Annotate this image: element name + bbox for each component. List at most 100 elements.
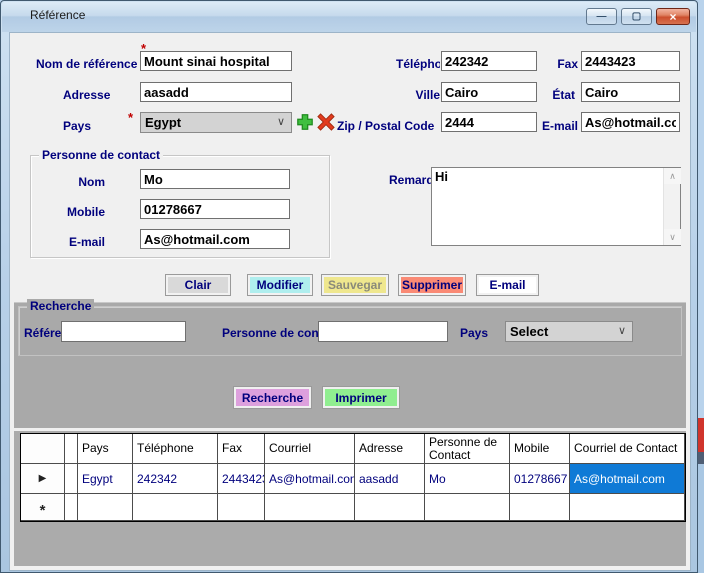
- email-input[interactable]: [581, 112, 680, 132]
- desktop-background: [698, 0, 704, 573]
- clair-button[interactable]: Clair: [165, 274, 231, 296]
- label-search-pays: Pays: [460, 326, 500, 340]
- window-title: Référence: [30, 8, 85, 22]
- grid-cell-pays[interactable]: Egypt: [78, 464, 133, 494]
- scroll-down-icon: ∨: [669, 232, 676, 243]
- fax-input[interactable]: [581, 51, 680, 71]
- grid-cell[interactable]: [570, 494, 685, 521]
- background-window-fragment: [698, 418, 704, 452]
- grid-header-fax[interactable]: Fax: [218, 434, 265, 464]
- label-adresse: Adresse: [63, 88, 139, 102]
- minimize-button[interactable]: —: [586, 8, 617, 25]
- grid-cell-courriel-contact-selected[interactable]: As@hotmail.com: [570, 464, 685, 494]
- maximize-button[interactable]: ▢: [621, 8, 652, 25]
- grid-row-header[interactable]: ▶: [21, 464, 65, 494]
- remarque-scrollbar[interactable]: ∧ ∨: [663, 168, 680, 245]
- grid-header-cell[interactable]: [65, 434, 78, 464]
- grid-header-courriel-de-contact[interactable]: Courriel de Contact: [570, 434, 685, 464]
- adresse-input[interactable]: [140, 82, 292, 102]
- label-contact-nom: Nom: [55, 175, 105, 189]
- contact-nom-input[interactable]: [140, 169, 290, 189]
- label-pays: Pays: [63, 119, 123, 133]
- maximize-icon: ▢: [632, 11, 641, 22]
- add-country-button[interactable]: [295, 112, 315, 132]
- grid-new-row: *: [21, 494, 685, 521]
- label-search-reference: Référence: [24, 326, 61, 340]
- grid-cell-personne[interactable]: Mo: [425, 464, 510, 494]
- etat-input[interactable]: [581, 82, 680, 102]
- contact-groupbox-title: Personne de contact: [39, 148, 163, 162]
- grid-data-row: ▶ Egypt 242342 2443423 As@hotmail.com aa…: [21, 464, 685, 494]
- label-contact-mobile: Mobile: [55, 205, 105, 219]
- current-row-icon: ▶: [39, 473, 47, 484]
- grid-header-telephone[interactable]: Téléphone: [133, 434, 218, 464]
- background-window-fragment: [698, 452, 704, 464]
- modifier-button[interactable]: Modifier: [247, 274, 313, 296]
- search-contact-input[interactable]: [318, 321, 448, 342]
- grid-cell[interactable]: [355, 494, 425, 521]
- label-contact-email: E-mail: [55, 235, 105, 249]
- label-email: E-mail: [510, 119, 578, 133]
- pays-combobox[interactable]: Egypt ∨: [140, 112, 292, 133]
- grid-cell[interactable]: [265, 494, 355, 521]
- grid-corner-cell[interactable]: [21, 434, 65, 464]
- required-marker-pays: *: [128, 110, 133, 125]
- label-search-contact: Personne de contact: [222, 326, 318, 340]
- remarque-textarea[interactable]: Hi: [432, 168, 663, 245]
- supprimer-button[interactable]: Supprimer: [398, 274, 466, 296]
- label-remarque: Remarque: [389, 173, 431, 187]
- close-icon: ×: [669, 10, 676, 24]
- contact-email-input[interactable]: [140, 229, 290, 249]
- plus-icon: [296, 113, 314, 131]
- delete-country-button[interactable]: [316, 112, 336, 132]
- label-telephone: Téléphone: [396, 57, 440, 71]
- recherche-button[interactable]: Recherche: [233, 386, 312, 409]
- grid-cell-courriel[interactable]: As@hotmail.com: [265, 464, 355, 494]
- label-fax: Fax: [520, 57, 578, 71]
- imprimer-button[interactable]: Imprimer: [322, 386, 400, 409]
- new-row-icon: *: [40, 496, 46, 519]
- grid-cell-mobile[interactable]: 01278667: [510, 464, 570, 494]
- search-groupbox-title: Recherche: [27, 299, 94, 313]
- grid-header-row: Pays Téléphone Fax Courriel Adresse Pers…: [21, 434, 685, 464]
- label-nom-reference: Nom de référence: [36, 57, 139, 71]
- pays-combobox-value: Egypt: [145, 115, 181, 130]
- scroll-up-button[interactable]: ∧: [664, 168, 681, 184]
- search-reference-input[interactable]: [61, 321, 186, 342]
- grid-header-pays[interactable]: Pays: [78, 434, 133, 464]
- sauvegar-button[interactable]: Sauvegar: [321, 274, 389, 296]
- grid-cell[interactable]: [425, 494, 510, 521]
- grid-cell[interactable]: [65, 494, 78, 521]
- grid-header-personne-de-contact[interactable]: Personne de Contact: [425, 434, 510, 464]
- close-button[interactable]: ×: [656, 8, 690, 25]
- screen: Référence — ▢ × * Nom de référence Télép…: [0, 0, 704, 573]
- nom-reference-input[interactable]: [140, 51, 292, 71]
- remarque-field: Hi ∧ ∨: [431, 167, 681, 246]
- grid-cell-telephone[interactable]: 242342: [133, 464, 218, 494]
- scroll-down-button[interactable]: ∨: [664, 229, 681, 245]
- grid-cell[interactable]: [510, 494, 570, 521]
- search-pays-combobox-value: Select: [510, 324, 548, 339]
- grid-cell[interactable]: [218, 494, 265, 521]
- search-pays-combobox[interactable]: Select ∨: [505, 321, 633, 342]
- minimize-icon: —: [597, 11, 607, 22]
- results-datagrid: Pays Téléphone Fax Courriel Adresse Pers…: [20, 433, 686, 522]
- label-ville: Ville: [396, 88, 440, 102]
- contact-mobile-input[interactable]: [140, 199, 290, 219]
- grid-cell[interactable]: [65, 464, 78, 494]
- grid-cell-adresse[interactable]: aasadd: [355, 464, 425, 494]
- label-etat: État: [520, 88, 575, 102]
- grid-cell[interactable]: [78, 494, 133, 521]
- grid-row-header[interactable]: *: [21, 494, 65, 521]
- chevron-down-icon: ∨: [618, 324, 626, 337]
- grid-cell-fax[interactable]: 2443423: [218, 464, 265, 494]
- grid-cell[interactable]: [133, 494, 218, 521]
- grid-header-adresse[interactable]: Adresse: [355, 434, 425, 464]
- chevron-down-icon: ∨: [277, 115, 285, 128]
- grid-header-courriel[interactable]: Courriel: [265, 434, 355, 464]
- x-icon: [317, 113, 335, 131]
- email-button[interactable]: E-mail: [476, 274, 539, 296]
- grid-header-mobile[interactable]: Mobile: [510, 434, 570, 464]
- scroll-up-icon: ∧: [669, 171, 676, 182]
- background-window-fragment: [698, 464, 704, 573]
